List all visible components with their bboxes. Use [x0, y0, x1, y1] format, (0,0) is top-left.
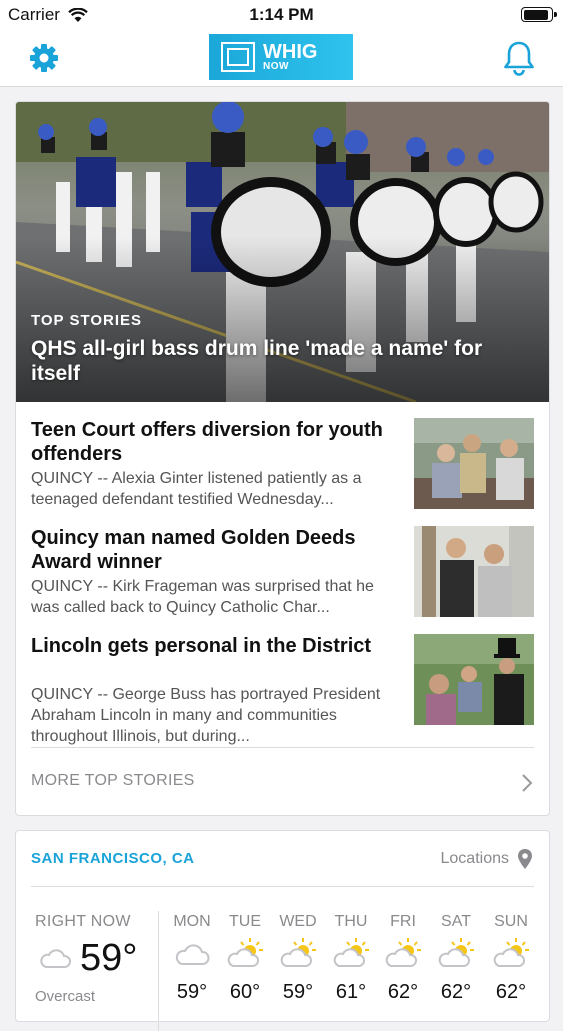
forecast-day: WED 59°	[275, 913, 321, 1004]
hero-title: QHS all-girl bass drum line 'made a name…	[31, 337, 483, 385]
forecast-temp: 59°	[282, 981, 314, 1003]
forecast-temp: 62°	[387, 981, 419, 1003]
story-title: Teen Court offers diversion for youth of…	[31, 419, 383, 465]
forecast-day-name: SUN	[494, 913, 528, 930]
locations-button[interactable]: Locations	[441, 850, 510, 868]
weather-city[interactable]: SAN FRANCISCO, CA	[31, 850, 195, 867]
divider	[31, 886, 534, 887]
forecast-temp: 62°	[495, 981, 527, 1003]
forecast-day-name: TUE	[229, 913, 261, 930]
story-title: Quincy man named Golden Deeds Award winn…	[31, 527, 356, 573]
partly-sunny-icon	[438, 938, 474, 967]
forecast-day-name: FRI	[390, 913, 416, 930]
right-now-label: RIGHT NOW	[35, 913, 131, 930]
weather-card: SAN FRANCISCO, CA Locations RIGHT NOW 59…	[15, 830, 550, 1031]
forecast-day: THU 61°	[328, 913, 374, 1004]
forecast-day: TUE 60°	[222, 913, 268, 1004]
divider	[158, 911, 159, 1031]
forecast-day-name: WED	[279, 913, 317, 930]
partly-sunny-icon	[385, 938, 421, 967]
story-item[interactable]: Quincy man named Golden Deeds Award winn…	[31, 526, 534, 620]
forecast-day-name: THU	[334, 913, 368, 930]
partly-sunny-icon	[493, 938, 529, 967]
forecast-day: MON 59°	[169, 913, 215, 1004]
forecast-day-name: MON	[173, 913, 211, 930]
battery-icon	[521, 7, 557, 22]
story-thumbnail	[414, 634, 534, 725]
cloud-icon	[40, 949, 71, 968]
story-title: Lincoln gets personal in the District	[31, 635, 372, 657]
logo-main-text: WHIG	[263, 41, 318, 63]
nav-bar: WHIG NOW	[0, 30, 563, 87]
status-bar: Carrier 1:14 PM	[0, 0, 563, 30]
hero-story[interactable]: TOP STORIES QHS all-girl bass drum line …	[16, 102, 549, 402]
current-condition: Overcast	[35, 988, 96, 1005]
partly-sunny-icon	[227, 938, 263, 967]
chevron-right-icon[interactable]	[520, 772, 534, 794]
forecast-day: SAT 62°	[433, 913, 479, 1004]
forecast-day-name: SAT	[441, 913, 471, 930]
story-thumbnail	[414, 526, 534, 617]
forecast-temp: 60°	[229, 981, 261, 1003]
more-top-stories-link[interactable]: MORE TOP STORIES	[31, 772, 195, 790]
partly-sunny-icon	[333, 938, 369, 967]
section-label: TOP STORIES	[31, 312, 143, 329]
divider	[31, 747, 534, 748]
logo-screen-icon	[221, 42, 255, 72]
bell-icon[interactable]	[502, 40, 536, 76]
gear-icon[interactable]	[28, 42, 60, 74]
forecast-temp: 62°	[440, 981, 472, 1003]
cloud-icon	[175, 944, 210, 965]
logo-sub-text: NOW	[263, 61, 289, 72]
forecast-temp: 61°	[335, 981, 367, 1003]
forecast-day: FRI 62°	[380, 913, 426, 1004]
forecast-day: SUN 62°	[488, 913, 534, 1004]
story-summary: QUINCY -- Alexia Ginter listened patient…	[31, 470, 362, 508]
forecast-temp: 59°	[176, 981, 208, 1003]
story-summary: QUINCY -- Kirk Frageman was surprised th…	[31, 578, 374, 616]
clock: 1:14 PM	[249, 5, 314, 24]
story-summary: QUINCY -- George Buss has portrayed Pres…	[31, 686, 381, 745]
partly-sunny-icon	[280, 938, 316, 967]
location-pin-icon[interactable]	[517, 848, 533, 870]
current-temperature: 59°	[80, 937, 138, 979]
story-item[interactable]: Lincoln gets personal in the District QU…	[31, 634, 534, 745]
top-stories-card: TOP STORIES QHS all-girl bass drum line …	[15, 101, 550, 816]
story-item[interactable]: Teen Court offers diversion for youth of…	[31, 418, 534, 512]
story-thumbnail	[414, 418, 534, 509]
whig-now-logo[interactable]: WHIG NOW	[209, 34, 353, 80]
